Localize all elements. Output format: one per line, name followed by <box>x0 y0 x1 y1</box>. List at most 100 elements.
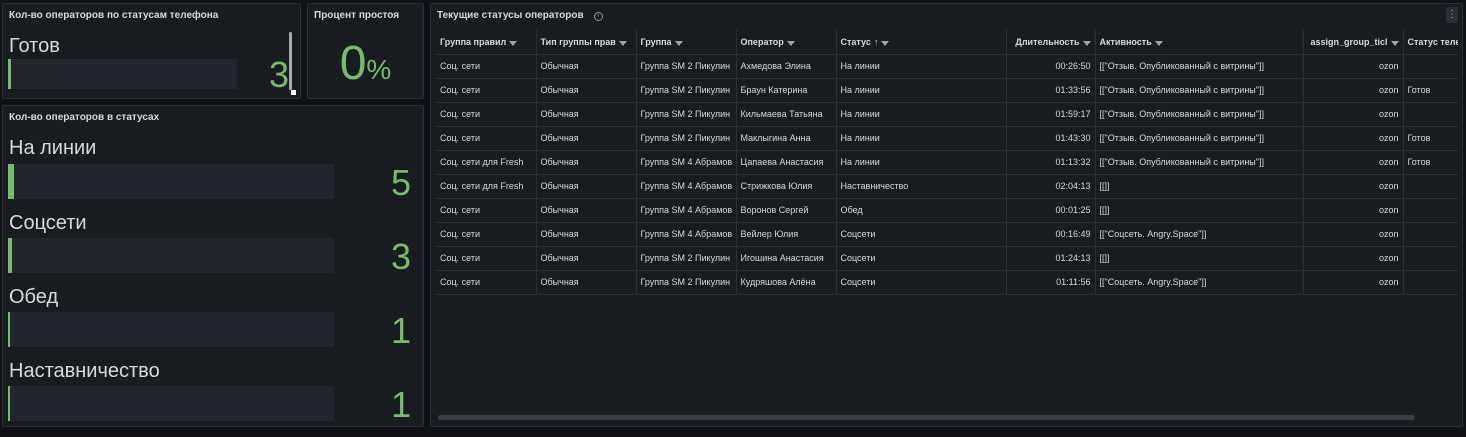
status-label-social: Соцсети <box>9 212 87 234</box>
operator-status-panel: Кол-во операторов в статусах На линии 5 … <box>2 105 424 427</box>
phone-status-panel-title: Кол-во операторов по статусам телефона <box>9 10 219 21</box>
table-cell: Вейлер Юлия <box>736 222 837 247</box>
table-cell: ozon <box>1303 78 1404 103</box>
status-bar-lunch <box>8 312 334 347</box>
filter-icon[interactable] <box>786 40 795 46</box>
status-value-mentoring: 1 <box>390 384 411 425</box>
info-icon[interactable]: i <box>593 12 603 21</box>
operators-table-panel-title: Текущие статусы операторов i <box>437 10 603 21</box>
filter-icon[interactable] <box>1082 40 1091 46</box>
table-cell: Обычная <box>536 54 637 79</box>
column-header[interactable]: Активность <box>1095 30 1304 55</box>
status-value-online: 5 <box>390 162 411 203</box>
table-cell: 01:43:30 <box>1006 126 1096 151</box>
resize-handle[interactable] <box>291 90 296 95</box>
operators-table-title-text: Текущие статусы операторов <box>437 10 584 21</box>
filter-icon[interactable] <box>509 40 518 46</box>
table-cell: Группа SM 2 Пикулин <box>636 246 737 271</box>
table-cell: [[]] <box>1095 246 1304 271</box>
table-cell: Обычная <box>536 102 637 127</box>
sort-ascending-icon[interactable]: ↑ <box>874 37 879 47</box>
table-cell: 01:33:56 <box>1006 78 1096 103</box>
phone-status-bar <box>8 59 237 89</box>
filter-icon[interactable] <box>1390 40 1399 46</box>
table-cell: 00:16:49 <box>1006 222 1096 247</box>
table-cell: Воронов Сергей <box>736 198 837 223</box>
table-cell: Соц. сети для Fresh <box>436 174 537 199</box>
table-cell: 00:01:25 <box>1006 198 1096 223</box>
table-row[interactable]: Соц. сети Обычная Группа SM 2 Пикулин Кильм… <box>436 102 1458 127</box>
table-cell <box>1403 270 1458 295</box>
table-cell: Обычная <box>536 222 637 247</box>
table-cell: Соц. сети <box>436 54 537 79</box>
table-cell: [["Отзыв. Опубликованный с витрины"]] <box>1095 102 1304 127</box>
status-label-mentoring: Наставничество <box>9 360 160 382</box>
table-cell: [["Отзыв. Опубликованный с витрины"]] <box>1095 126 1304 151</box>
column-header[interactable]: Длительность <box>1006 30 1096 55</box>
table-cell: ozon <box>1303 270 1404 295</box>
column-header[interactable]: Оператор <box>736 30 837 55</box>
table-viewport: Группа правил Тип группы прав Группа Опе… <box>436 30 1458 412</box>
table-cell: [["Отзыв. Опубликованный с витрины"]] <box>1095 54 1304 79</box>
table-row[interactable]: Соц. сети для Fresh Обычная Группа SM 4 Аб… <box>436 150 1458 175</box>
operators-table-panel: Текущие статусы операторов i ⋮ Группа пра… <box>430 3 1463 427</box>
column-header-label: Статус теле <box>1407 36 1459 47</box>
column-header-label: Статус <box>840 36 871 47</box>
column-header[interactable]: Группа правил <box>436 30 537 55</box>
table-row[interactable]: Соц. сети Обычная Группа SM 2 Пикулин Маклы… <box>436 126 1458 151</box>
table-cell <box>1403 174 1458 199</box>
filter-icon[interactable] <box>881 40 890 46</box>
table-cell: Обычная <box>536 174 637 199</box>
table-row[interactable]: Соц. сети Обычная Группа SM 2 Пикулин Кудря… <box>436 270 1458 295</box>
status-bar-fill <box>8 238 12 273</box>
table-cell: Соцсети <box>836 246 1007 271</box>
column-header-label: Тип группы прав <box>540 36 616 47</box>
table-cell: [[]] <box>1095 198 1304 223</box>
table-cell <box>1403 222 1458 247</box>
table-body: Соц. сети Обычная Группа SM 2 Пикулин Ахмед… <box>436 54 1458 295</box>
filter-icon[interactable] <box>1154 40 1163 46</box>
table-cell: Соц. сети <box>436 102 537 127</box>
table-cell: Группа SM 2 Пикулин <box>636 270 737 295</box>
table-row[interactable]: Соц. сети Обычная Группа SM 4 Абрамов Ворон… <box>436 198 1458 223</box>
column-header[interactable]: assign_group_ticl <box>1303 30 1404 55</box>
table-cell: Группа SM 4 Абрамов <box>636 198 737 223</box>
table-cell: ozon <box>1303 150 1404 175</box>
column-header[interactable]: Статус теле <box>1403 30 1459 55</box>
table-cell: ozon <box>1303 246 1404 271</box>
table-cell: Стрижкова Юлия <box>736 174 837 199</box>
table-cell: ozon <box>1303 174 1404 199</box>
status-bar-fill <box>8 164 14 199</box>
panel-menu-icon[interactable]: ⋮ <box>1446 7 1458 23</box>
table-row[interactable]: Соц. сети Обычная Группа SM 2 Пикулин Браун… <box>436 78 1458 103</box>
table-cell: [["Соцсеть. Angry.Space"]] <box>1095 222 1304 247</box>
panel-scrollbar[interactable] <box>289 32 292 90</box>
column-header[interactable]: Статус ↑ <box>836 30 1007 55</box>
column-header[interactable]: Группа <box>636 30 737 55</box>
table-cell: Цапаева Анастасия <box>736 150 837 175</box>
status-label-lunch: Обед <box>9 286 59 308</box>
horizontal-scrollbar[interactable] <box>438 415 1415 420</box>
table-row[interactable]: Соц. сети Обычная Группа SM 2 Пикулин Ахмед… <box>436 54 1458 79</box>
table-cell: Группа SM 4 Абрамов <box>636 150 737 175</box>
table-cell: На линии <box>836 150 1007 175</box>
table-cell: На линии <box>836 126 1007 151</box>
table-cell: [[]] <box>1095 174 1304 199</box>
table-cell: 01:24:13 <box>1006 246 1096 271</box>
table-cell <box>1403 54 1458 79</box>
table-header-row: Группа правил Тип группы прав Группа Опе… <box>436 30 1459 55</box>
status-bar-social <box>8 238 334 273</box>
table-row[interactable]: Соц. сети для Fresh Обычная Группа SM 4 Аб… <box>436 174 1458 199</box>
table-cell: Маклыгина Анна <box>736 126 837 151</box>
table-cell: ozon <box>1303 102 1404 127</box>
column-header[interactable]: Тип группы прав <box>536 30 637 55</box>
table-row[interactable]: Соц. сети Обычная Группа SM 4 Абрамов Вейле… <box>436 222 1458 247</box>
table-cell: 01:59:17 <box>1006 102 1096 127</box>
phone-status-bar-fill <box>8 59 11 89</box>
filter-icon[interactable] <box>618 40 627 46</box>
filter-icon[interactable] <box>674 40 683 46</box>
idle-percent-number: 0 <box>339 37 367 90</box>
table-row[interactable]: Соц. сети Обычная Группа SM 2 Пикулин Игоши… <box>436 246 1458 271</box>
table-cell: Кудряшова Алёна <box>736 270 837 295</box>
table-cell: На линии <box>836 102 1007 127</box>
